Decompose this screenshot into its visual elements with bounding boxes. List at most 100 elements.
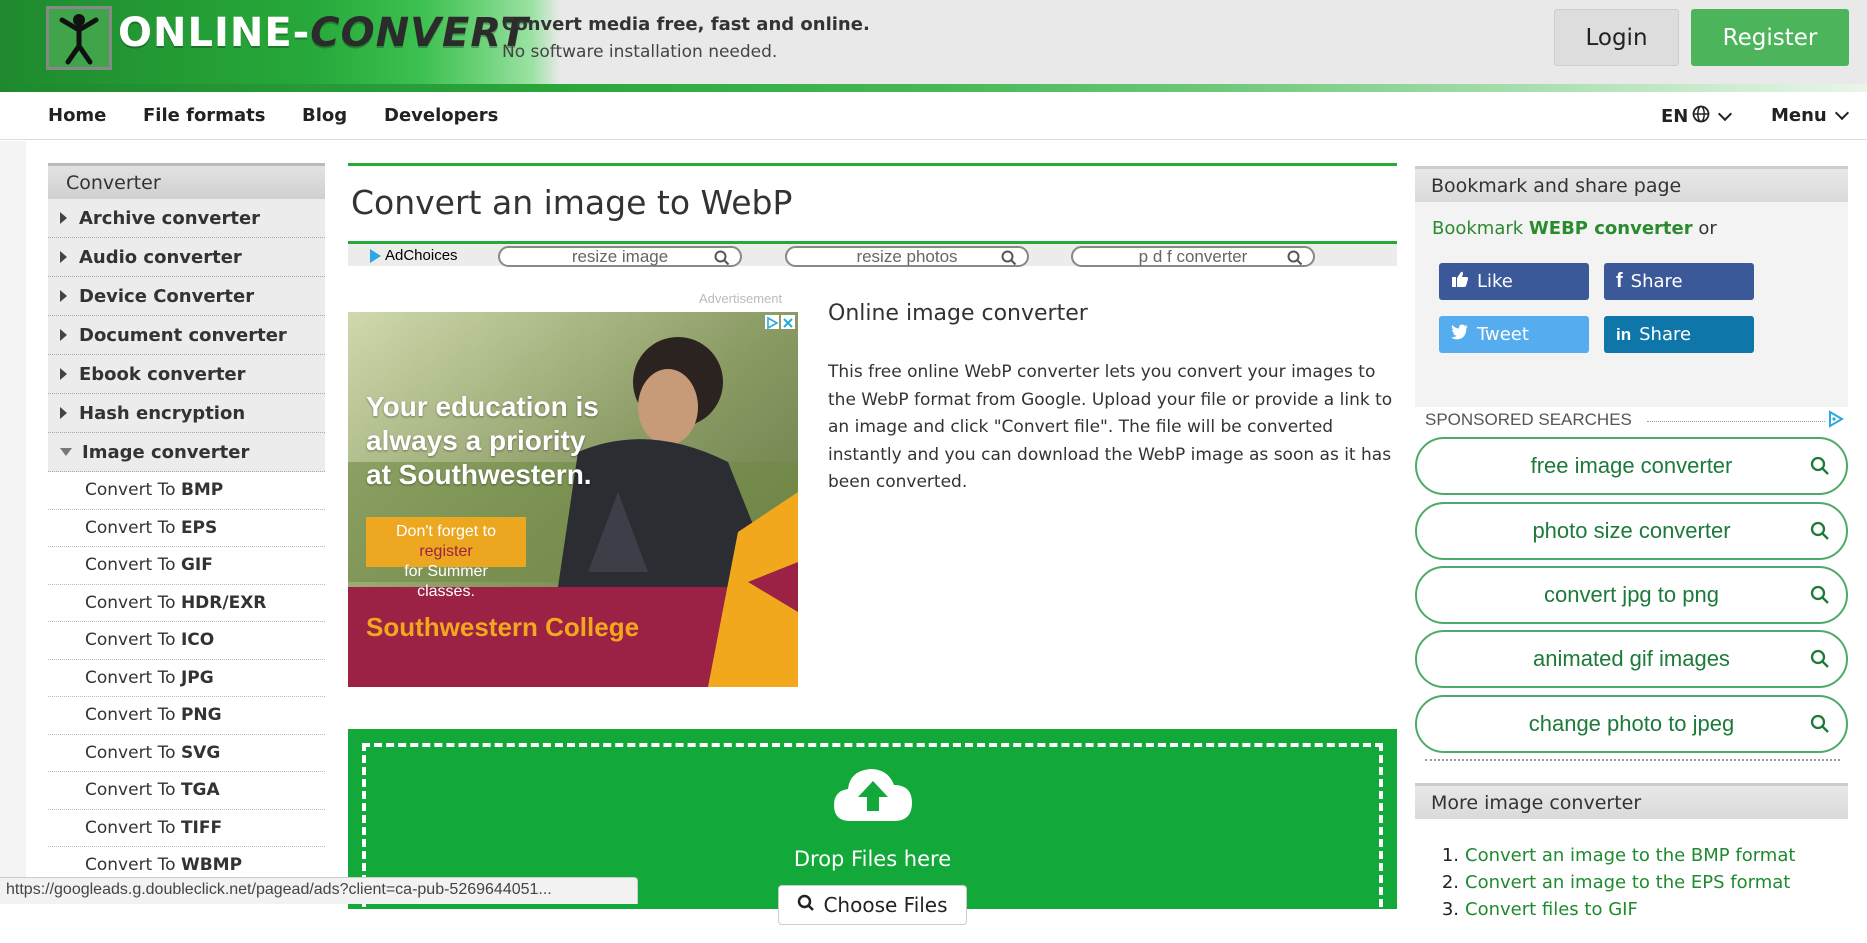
- adchoices-link[interactable]: AdChoices: [370, 247, 458, 264]
- info-text: This free online WebP converter lets you…: [828, 362, 1393, 492]
- ad-headline: at Southwestern.: [366, 459, 592, 490]
- register-button[interactable]: Register: [1691, 9, 1849, 66]
- linkedin-share-button[interactable]: in Share: [1604, 316, 1754, 353]
- sponsored-search-link[interactable]: change photo to jpeg: [1415, 695, 1848, 753]
- ad-search-pill[interactable]: p d f converter: [1071, 246, 1315, 267]
- sidebar-title: Converter: [48, 163, 325, 199]
- sidebar-item-image[interactable]: Image converter: [48, 433, 325, 472]
- page-title: Convert an image to WebP: [351, 183, 793, 222]
- sidebar-item-archive[interactable]: Archive converter: [48, 199, 325, 238]
- right-sidebar: Bookmark and share page Bookmark WEBP co…: [1415, 166, 1848, 920]
- nav-blog[interactable]: Blog: [302, 105, 347, 126]
- adchoices-icon[interactable]: [1827, 410, 1845, 433]
- facebook-like-button[interactable]: Like: [1439, 263, 1589, 300]
- header-stripe: [0, 84, 1867, 92]
- sidebar-subitem[interactable]: Convert To PNG: [48, 697, 325, 735]
- facebook-icon: f: [1616, 270, 1623, 292]
- logo-figure-icon: [46, 6, 112, 70]
- language-selector[interactable]: EN: [1661, 105, 1733, 128]
- main-nav: Home File formats Blog Developers EN Men…: [0, 92, 1867, 140]
- sponsored-search-link[interactable]: free image converter: [1415, 437, 1848, 495]
- nav-file-formats[interactable]: File formats: [143, 105, 265, 126]
- chevron-down-icon: [1718, 106, 1733, 122]
- globe-icon: [1692, 105, 1710, 128]
- tagline-main: Convert media free, fast and online.: [502, 14, 870, 35]
- language-label: EN: [1661, 106, 1689, 127]
- ad-search-bar: AdChoices resize image resize photos p d…: [348, 244, 1397, 267]
- sponsored-searches-header: SPONSORED SEARCHES: [1425, 410, 1848, 430]
- page-gutter: [0, 141, 26, 904]
- close-icon[interactable]: [781, 315, 795, 329]
- search-icon: [1810, 456, 1830, 482]
- divider: [1425, 759, 1840, 761]
- tagline-sub: No software installation needed.: [502, 42, 778, 62]
- twitter-icon: [1451, 324, 1469, 345]
- browser-status-url: https://googleads.g.doubleclick.net/page…: [0, 877, 638, 904]
- ad-search-pill[interactable]: resize image: [498, 246, 742, 267]
- caret-right-icon: [60, 290, 67, 302]
- adchoices-icon: [765, 315, 779, 330]
- ad-search-pill[interactable]: resize photos: [785, 246, 1029, 267]
- search-icon: [1810, 714, 1830, 740]
- sidebar-item-ebook[interactable]: Ebook converter: [48, 355, 325, 394]
- caret-right-icon: [60, 368, 67, 380]
- ad-controls[interactable]: [765, 315, 795, 330]
- nav-home[interactable]: Home: [48, 105, 106, 126]
- search-icon: [797, 893, 815, 917]
- sidebar-subitem[interactable]: Convert To GIF: [48, 547, 325, 585]
- more-converters-title: More image converter: [1415, 783, 1848, 819]
- caret-right-icon: [60, 212, 67, 224]
- title-bar: Convert an image to WebP: [348, 163, 1397, 244]
- info-heading: Online image converter: [828, 301, 1088, 326]
- ad-college-name: Southwestern College: [366, 612, 640, 642]
- bookmark-panel: Bookmark WEBP converter or Like f Share …: [1415, 202, 1848, 407]
- ad-badge-line: for Summer classes.: [404, 563, 488, 600]
- sponsored-search-link[interactable]: photo size converter: [1415, 502, 1848, 560]
- facebook-share-button[interactable]: f Share: [1604, 263, 1754, 300]
- main-content: Convert an image to WebP AdChoices resiz…: [348, 163, 1397, 943]
- sponsored-search-link[interactable]: animated gif images: [1415, 630, 1848, 688]
- sidebar-subitem[interactable]: Convert To TIFF: [48, 809, 325, 847]
- sidebar-subitem[interactable]: Convert To SVG: [48, 734, 325, 772]
- caret-right-icon: [60, 407, 67, 419]
- choose-files-button[interactable]: Choose Files: [778, 885, 967, 925]
- twitter-tweet-button[interactable]: Tweet: [1439, 316, 1589, 353]
- sidebar-subitem[interactable]: Convert To BMP: [48, 472, 325, 510]
- login-button[interactable]: Login: [1554, 9, 1679, 66]
- bookmark-text[interactable]: Bookmark WEBP converter or: [1432, 218, 1717, 239]
- nav-developers[interactable]: Developers: [384, 105, 498, 126]
- sidebar-subitem[interactable]: Convert To EPS: [48, 509, 325, 547]
- adchoices-icon: [370, 248, 381, 263]
- list-item[interactable]: 2. Convert an image to the EPS format: [1435, 869, 1795, 896]
- search-icon: [1001, 250, 1017, 271]
- menu-toggle[interactable]: Menu: [1771, 105, 1849, 126]
- sidebar-subitem[interactable]: Convert To HDR/EXR: [48, 584, 325, 622]
- ad-headline: always a priority: [366, 425, 586, 456]
- list-item[interactable]: 3. Convert files to GIF: [1435, 896, 1795, 923]
- sidebar-item-document[interactable]: Document converter: [48, 316, 325, 355]
- caret-down-icon: [60, 448, 72, 456]
- search-icon: [1810, 649, 1830, 675]
- ad-headline: Your education is: [366, 391, 599, 422]
- ad-banner[interactable]: Your education is always a priority at S…: [348, 312, 798, 687]
- search-icon: [1287, 250, 1303, 271]
- cloud-upload-icon: [832, 765, 914, 827]
- sponsored-search-link[interactable]: convert jpg to png: [1415, 566, 1848, 624]
- sidebar-item-audio[interactable]: Audio converter: [48, 238, 325, 277]
- search-icon: [1810, 521, 1830, 547]
- ad-badge-line: Don't forget to register: [396, 523, 496, 560]
- advertisement-label: Advertisement: [699, 291, 783, 306]
- caret-right-icon: [60, 251, 67, 263]
- sidebar-subitem[interactable]: Convert To JPG: [48, 659, 325, 697]
- sidebar-item-device[interactable]: Device Converter: [48, 277, 325, 316]
- sidebar-subitem[interactable]: Convert To ICO: [48, 622, 325, 660]
- more-converters-list: 1. Convert an image to the BMP format 2. C…: [1435, 842, 1796, 923]
- list-item[interactable]: 1. Convert an image to the BMP format: [1435, 842, 1796, 869]
- converter-sidebar: Converter Archive converter Audio conver…: [48, 163, 325, 885]
- caret-right-icon: [60, 329, 67, 341]
- logo-banner[interactable]: ONLINE-CONVERT: [0, 0, 560, 92]
- sidebar-item-hash[interactable]: Hash encryption: [48, 394, 325, 433]
- chevron-down-icon: [1834, 105, 1849, 121]
- thumbs-up-icon: [1451, 270, 1469, 293]
- sidebar-subitem[interactable]: Convert To TGA: [48, 772, 325, 810]
